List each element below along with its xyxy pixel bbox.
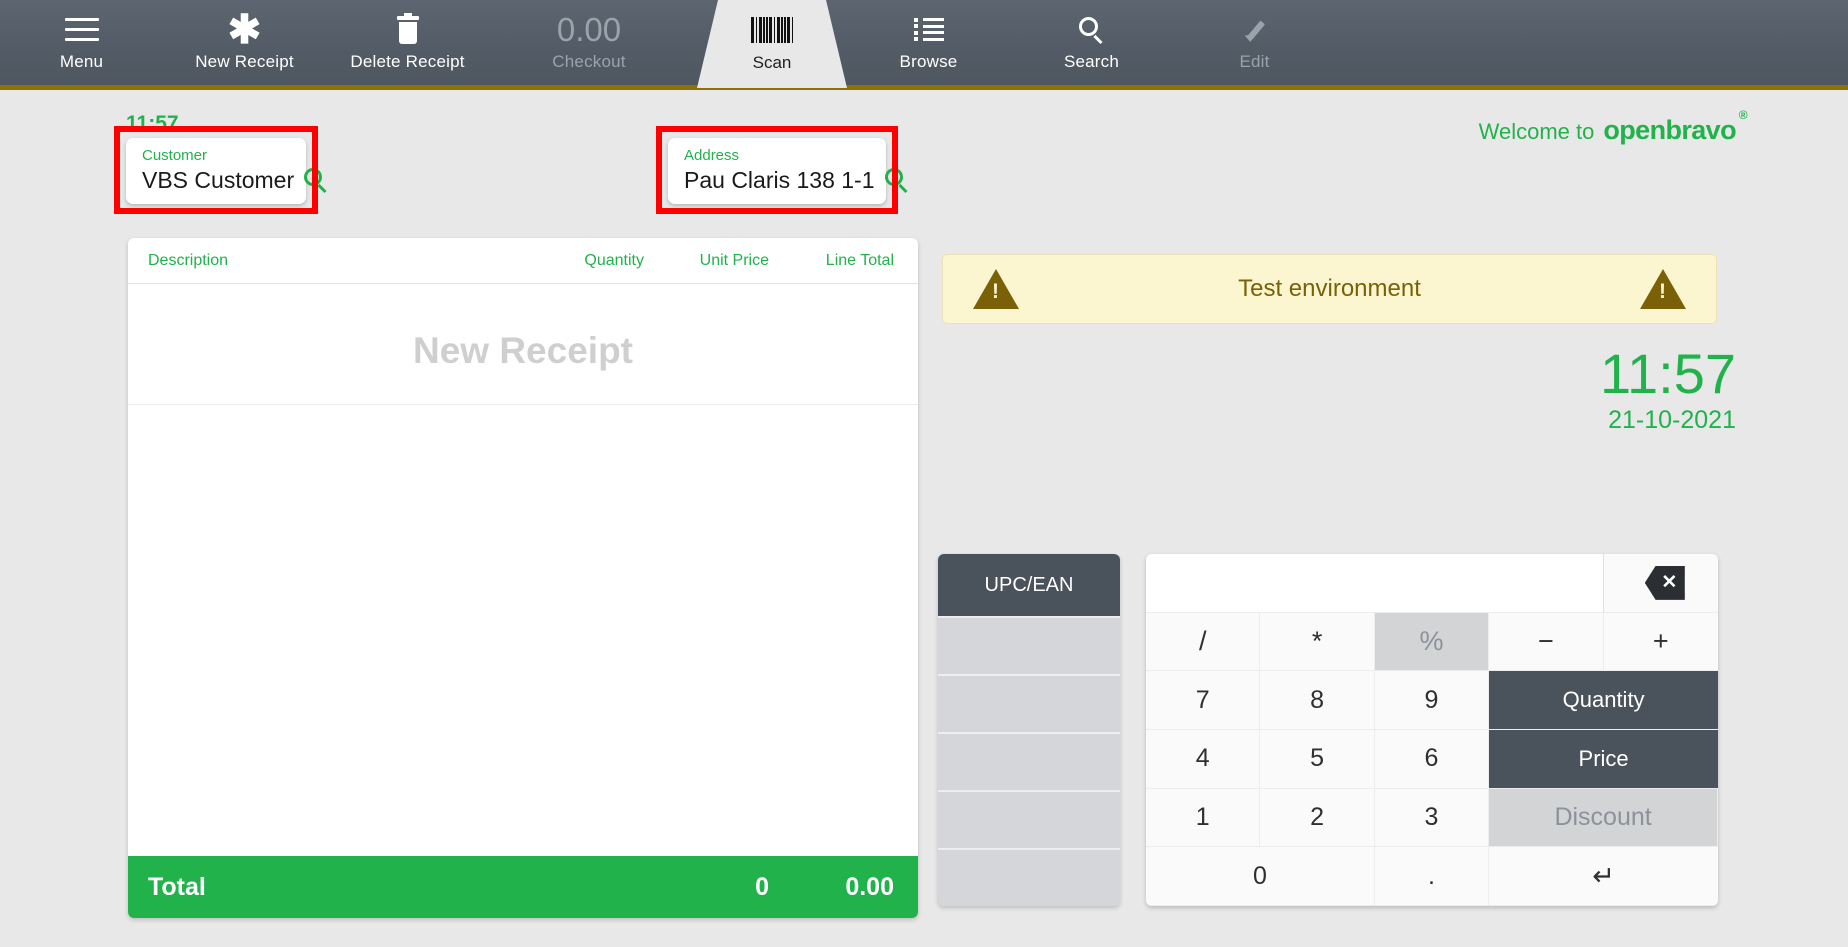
- toolbar-label-browse: Browse: [899, 51, 958, 71]
- address-search-icon[interactable]: [884, 168, 910, 194]
- hamburger-menu-icon: [64, 15, 99, 45]
- tab-scan[interactable]: Scan: [697, 0, 847, 88]
- total-label: Total: [148, 872, 206, 901]
- keypad-2-button[interactable]: 2: [1260, 788, 1375, 848]
- customer-field-label: Customer: [142, 147, 208, 164]
- keypad-minus-button[interactable]: −: [1489, 612, 1604, 672]
- pencil-icon: [1242, 15, 1268, 45]
- keypad-1-button[interactable]: 1: [1146, 788, 1261, 848]
- upc-ean-header[interactable]: UPC/EAN: [938, 554, 1120, 616]
- magnifier-icon: [1078, 15, 1105, 45]
- column-header-unit-price: Unit Price: [699, 252, 769, 269]
- status-time: 11:57: [126, 112, 179, 135]
- clock-date: 21-10-2021: [1608, 406, 1736, 435]
- column-header-description: Description: [148, 252, 229, 269]
- toolbar-button-checkout[interactable]: 0.00 Checkout: [489, 0, 689, 86]
- customer-field-value: VBS Customer: [142, 167, 295, 193]
- backspace-icon: ✕: [1637, 565, 1685, 600]
- receipt-divider: [128, 404, 918, 405]
- toolbar-button-browse[interactable]: Browse: [847, 0, 1010, 86]
- keypad-3-button[interactable]: 3: [1374, 788, 1490, 848]
- keypad-quantity-button[interactable]: Quantity: [1489, 671, 1718, 730]
- toolbar-label-checkout: Checkout: [552, 51, 626, 71]
- trademark-symbol: ®: [1738, 108, 1748, 122]
- toolbar-button-new-receipt[interactable]: ✱ New Receipt: [163, 0, 326, 86]
- keypad-enter-button[interactable]: ↵: [1489, 847, 1718, 906]
- test-environment-text: Test environment: [1238, 275, 1421, 302]
- keypad-0-button[interactable]: 0: [1146, 847, 1375, 906]
- receipt-lines-area[interactable]: New Receipt: [128, 284, 918, 856]
- keypad-6-button[interactable]: 6: [1374, 730, 1490, 789]
- toolbar-button-edit[interactable]: Edit: [1173, 0, 1336, 86]
- trash-icon: [396, 12, 419, 45]
- upc-ean-slot[interactable]: [938, 674, 1120, 732]
- toolbar-label-edit: Edit: [1239, 51, 1270, 71]
- toolbar-button-search[interactable]: Search: [1010, 0, 1173, 86]
- test-environment-banner: Test environment: [942, 254, 1717, 324]
- welcome-branding: Welcome to openbravo ®: [1478, 108, 1748, 146]
- welcome-text: Welcome to: [1478, 119, 1595, 144]
- address-field[interactable]: Address Pau Claris 138 1-1: [668, 138, 908, 204]
- keypad-decimal-button[interactable]: .: [1374, 847, 1490, 906]
- barcode-icon: [751, 15, 793, 45]
- keypad-7-button[interactable]: 7: [1146, 671, 1261, 730]
- asterisk-icon: ✱: [227, 7, 262, 52]
- clock-widget: 11:57 21-10-2021: [1600, 345, 1736, 435]
- keypad-backspace-button[interactable]: ✕: [1603, 554, 1718, 613]
- checkout-amount: 0.00: [556, 10, 622, 48]
- keypad-plus-button[interactable]: +: [1603, 612, 1718, 672]
- keypad-discount-button[interactable]: Discount: [1489, 788, 1718, 848]
- warning-triangle-icon-left: [973, 269, 1019, 309]
- keypad-4-button[interactable]: 4: [1146, 730, 1261, 789]
- upc-ean-slot[interactable]: [938, 848, 1120, 906]
- customer-search-icon[interactable]: [304, 168, 329, 194]
- top-toolbar: Menu ✱ New Receipt Delete Receipt 0.00 C…: [0, 0, 1848, 88]
- toolbar-button-delete-receipt[interactable]: Delete Receipt: [326, 0, 489, 86]
- upc-ean-panel: UPC/EAN: [938, 554, 1120, 906]
- toolbar-label-new-receipt: New Receipt: [195, 51, 294, 71]
- toolbar-accent-line: [0, 85, 1848, 90]
- total-quantity: 0: [755, 872, 769, 901]
- warning-triangle-icon-right: [1640, 269, 1686, 309]
- clock-time: 11:57: [1600, 342, 1736, 405]
- address-field-value: Pau Claris 138 1-1: [684, 167, 875, 193]
- total-amount: 0.00: [845, 872, 894, 901]
- keypad-percent-button[interactable]: %: [1374, 612, 1490, 672]
- receipt-panel: Description Quantity Unit Price Line Tot…: [128, 238, 918, 918]
- main-content: 11:57 Customer VBS Customer Address Pau …: [0, 90, 1848, 947]
- receipt-empty-placeholder: New Receipt: [412, 330, 633, 371]
- receipt-column-headers: Description Quantity Unit Price Line Tot…: [128, 238, 918, 284]
- column-header-line-total: Line Total: [825, 252, 894, 269]
- keypad-price-button[interactable]: Price: [1489, 730, 1718, 789]
- toolbar-label-search: Search: [1063, 51, 1120, 71]
- toolbar-label-delete-receipt: Delete Receipt: [350, 51, 465, 71]
- toolbar-label-scan: Scan: [752, 53, 792, 72]
- address-field-label: Address: [684, 147, 740, 164]
- keypad-multiply-button[interactable]: *: [1260, 612, 1375, 672]
- column-header-quantity: Quantity: [584, 252, 644, 269]
- keypad-8-button[interactable]: 8: [1260, 671, 1375, 730]
- keypad-display[interactable]: [1146, 554, 1604, 613]
- toolbar-button-menu[interactable]: Menu: [0, 0, 163, 86]
- numeric-keypad: ✕ / * % − + 7 8 9 Quantity 4 5 6 Price 1…: [1146, 554, 1718, 906]
- customer-field[interactable]: Customer VBS Customer: [126, 138, 327, 204]
- keypad-5-button[interactable]: 5: [1260, 730, 1375, 789]
- receipt-total-bar: Total 0 0.00: [128, 856, 918, 918]
- upc-ean-slot[interactable]: [938, 732, 1120, 790]
- upc-ean-slot[interactable]: [938, 790, 1120, 848]
- openbravo-logo: openbravo ®: [1603, 108, 1747, 145]
- keypad-9-button[interactable]: 9: [1374, 671, 1490, 730]
- list-icon: [913, 15, 944, 45]
- keypad-divide-button[interactable]: /: [1146, 612, 1261, 672]
- toolbar-label-menu: Menu: [59, 51, 104, 71]
- upc-ean-slot[interactable]: [938, 616, 1120, 674]
